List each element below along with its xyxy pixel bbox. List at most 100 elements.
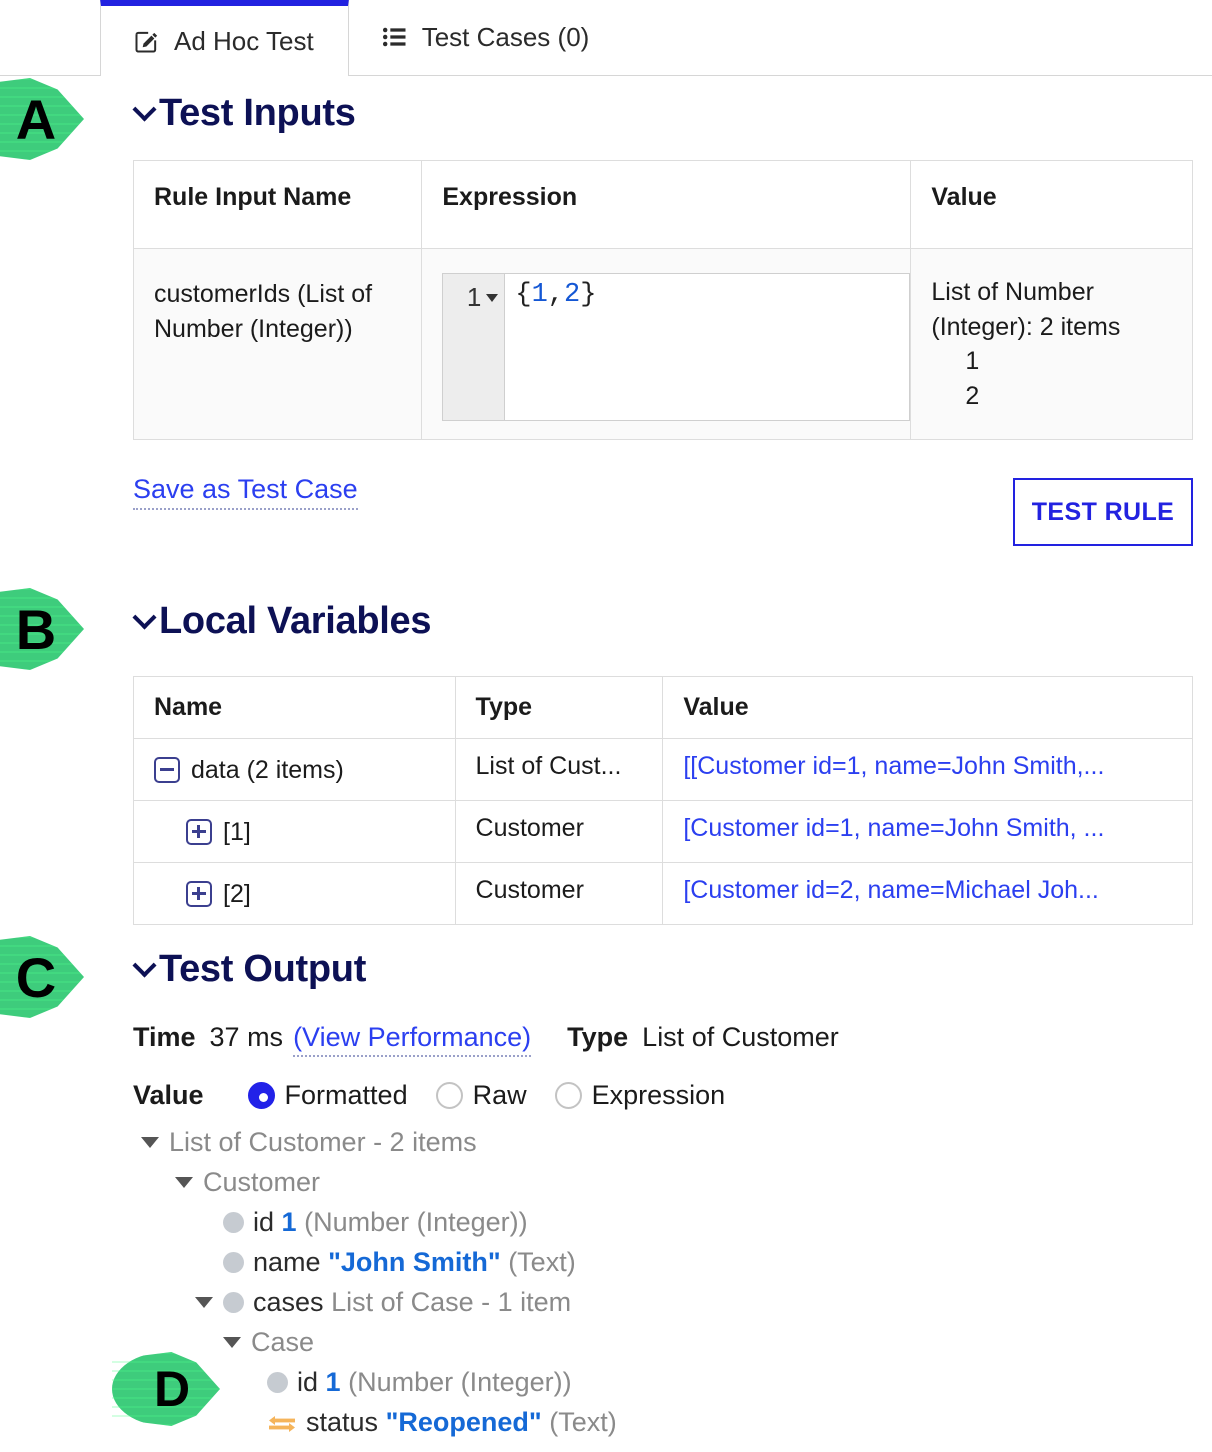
callout-badge-b: B	[0, 588, 124, 670]
expr-number-1: 1	[531, 280, 548, 310]
line-number: 1	[466, 282, 482, 312]
test-rule-button[interactable]: TEST RULE	[1013, 478, 1193, 546]
chevron-down-icon	[133, 99, 155, 121]
tab-label: Test Cases (0)	[421, 21, 590, 52]
section-title: Local Variables	[159, 600, 432, 642]
local-variables-table: Name Type Value data (2 items) List of C…	[133, 676, 1193, 925]
pencil-square-icon	[133, 27, 161, 55]
column-header-expression: Expression	[421, 160, 912, 249]
bullet-dot-icon	[223, 1211, 244, 1233]
type-value: List of Customer	[642, 1022, 839, 1052]
column-header-value: Value	[662, 676, 1193, 739]
save-as-test-case-link[interactable]: Save as Test Case	[133, 474, 358, 510]
field-name: id	[297, 1367, 319, 1397]
variable-name: [2]	[223, 880, 251, 908]
tree-node-cases[interactable]: cases List of Case - 1 item	[195, 1282, 617, 1322]
view-performance-link[interactable]: (View Performance)	[293, 1022, 532, 1057]
tab-bar: Ad Hoc Test Test Cases (0)	[0, 0, 1212, 76]
variable-type-cell: Customer	[454, 800, 664, 863]
callout-letter: A	[15, 87, 57, 151]
callout-shape	[0, 78, 84, 160]
time-label: Time	[133, 1022, 196, 1052]
tree-node-case-id: id 1 (Number (Integer))	[267, 1362, 617, 1402]
column-header-name: Name	[133, 676, 456, 739]
test-inputs-table: Rule Input Name Expression Value custome…	[132, 160, 1193, 440]
radio-formatted[interactable]: Formatted	[247, 1080, 408, 1111]
variable-value-cell[interactable]: [Customer id=2, name=Michael Joh...	[662, 862, 1193, 925]
table-header-row: Name Type Value	[133, 676, 1193, 739]
callout-badge-a: A	[0, 78, 124, 160]
field-name: status	[306, 1407, 379, 1437]
value-format-row: Value Formatted Raw Expression	[133, 1080, 753, 1111]
field-type: (Number (Integer))	[348, 1367, 572, 1397]
field-name: id	[253, 1207, 275, 1237]
line-number-gutter[interactable]: 1	[443, 274, 506, 420]
field-name: name	[253, 1247, 321, 1277]
variable-type-cell: Customer	[454, 862, 664, 925]
bullet-dot-icon	[223, 1291, 244, 1313]
table-row: [2] Customer [Customer id=2, name=Michae…	[133, 862, 1193, 925]
tree-node-customer[interactable]: Customer	[175, 1162, 617, 1202]
expand-plus-icon[interactable]	[186, 819, 212, 845]
chevron-down-icon	[133, 607, 155, 629]
section-header-local-variables[interactable]: Local Variables	[133, 600, 432, 643]
chevron-down-icon	[133, 955, 155, 977]
column-header-rule-input-name: Rule Input Name	[132, 160, 423, 249]
tab-label: Ad Hoc Test	[174, 25, 314, 56]
variable-name-cell: data (2 items)	[133, 738, 456, 801]
tree-node-label: List of Customer - 2 items	[169, 1127, 477, 1157]
field-value: "John Smith"	[328, 1247, 501, 1277]
tab-ad-hoc-test[interactable]: Ad Hoc Test	[100, 0, 349, 76]
variable-value-cell[interactable]: [[Customer id=1, name=John Smith,...	[662, 738, 1193, 801]
tree-node-case[interactable]: Case	[223, 1322, 617, 1362]
section-header-test-output[interactable]: Test Output	[133, 948, 366, 991]
tab-test-cases[interactable]: Test Cases (0)	[348, 0, 624, 75]
expr-brace-close: }	[580, 280, 597, 310]
value-item: 1	[965, 347, 980, 375]
collapse-minus-icon[interactable]	[154, 757, 180, 783]
tree-node-customer-id: id 1 (Number (Integer))	[223, 1202, 617, 1242]
variable-type-cell: List of Cust...	[454, 738, 664, 801]
triangle-down-icon[interactable]	[175, 1176, 193, 1188]
field-type: (Text)	[508, 1247, 576, 1277]
tree-node-list-of-customer[interactable]: List of Customer - 2 items	[141, 1122, 617, 1162]
expr-number-2: 2	[563, 280, 581, 310]
triangle-down-icon[interactable]	[195, 1296, 213, 1308]
table-row: data (2 items) List of Cust... [[Custome…	[133, 738, 1193, 801]
output-value-tree: List of Customer - 2 items Customer id 1…	[133, 1122, 617, 1442]
radio-raw[interactable]: Raw	[435, 1080, 527, 1111]
expression-code[interactable]: {1,2}	[505, 274, 909, 420]
column-header-type: Type	[454, 676, 664, 739]
expression-editor[interactable]: 1 {1,2}	[442, 273, 911, 421]
radio-expression[interactable]: Expression	[554, 1080, 725, 1111]
expr-comma: ,	[547, 280, 564, 310]
variable-value-cell[interactable]: [Customer id=1, name=John Smith, ...	[662, 800, 1193, 863]
section-header-test-inputs[interactable]: Test Inputs	[133, 92, 356, 135]
triangle-down-icon[interactable]	[141, 1136, 159, 1148]
tree-node-label: Case	[251, 1327, 315, 1357]
radio-dot-icon	[435, 1082, 463, 1109]
field-type: List of Case - 1 item	[331, 1287, 572, 1317]
radio-dot-icon	[554, 1082, 582, 1109]
variable-name: data (2 items)	[191, 756, 344, 784]
expr-brace-open: {	[515, 280, 532, 310]
expand-plus-icon[interactable]	[186, 881, 212, 907]
variable-name-cell: [2]	[133, 862, 456, 925]
callout-shape	[0, 588, 84, 670]
value-type-summary: List of Number (Integer): 2 items	[931, 278, 1121, 341]
field-value: "Reopened"	[385, 1407, 542, 1437]
radio-label: Formatted	[284, 1080, 408, 1110]
section-title: Test Output	[159, 948, 367, 990]
column-header-value: Value	[910, 160, 1193, 249]
value-item: 2	[965, 381, 980, 410]
table-header-row: Rule Input Name Expression Value	[132, 160, 1193, 249]
value-label: Value	[133, 1080, 204, 1110]
output-meta-row: Time 37 ms (View Performance) Type List …	[133, 1022, 839, 1057]
section-title: Test Inputs	[159, 92, 356, 134]
field-type: (Number (Integer))	[304, 1207, 528, 1237]
tree-node-label: Customer	[203, 1167, 321, 1197]
tree-node-case-status: status "Reopened" (Text)	[267, 1402, 617, 1442]
chevron-down-icon[interactable]	[486, 294, 499, 302]
callout-letter: B	[15, 597, 57, 661]
triangle-down-icon[interactable]	[223, 1336, 241, 1348]
